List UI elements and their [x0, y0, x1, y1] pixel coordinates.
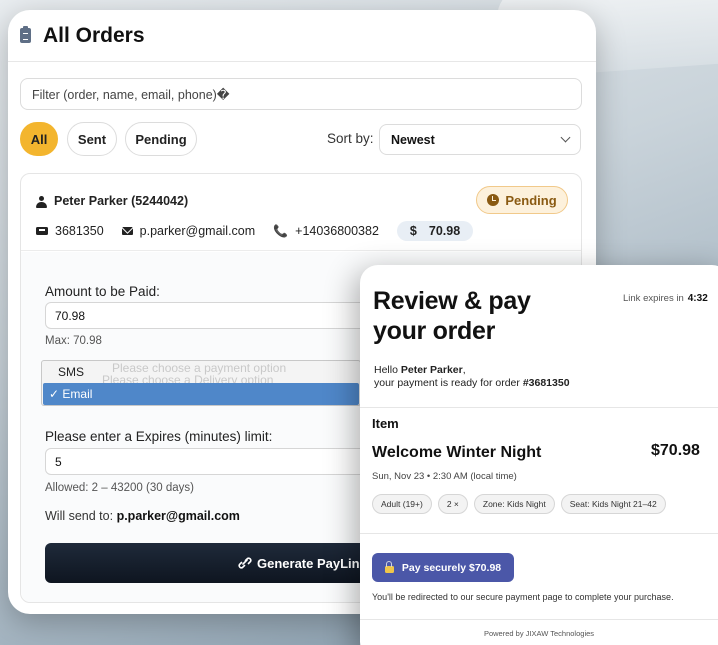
mail-icon	[121, 227, 133, 235]
pay-securely-label: Pay securely $70.98	[401, 561, 502, 574]
currency-symbol: $	[409, 224, 417, 238]
expires-label: Please enter a Expires (minutes) limit:	[45, 429, 273, 444]
allowed-hint: Allowed: 2 – 43200 (30 days)	[45, 482, 194, 494]
clipboard-icon	[20, 26, 31, 43]
ticket-tags: Adult (19+) 2 × Zone: Kids Night Seat: K…	[372, 494, 666, 514]
generate-paylink-label: Generate PayLink	[257, 555, 367, 571]
greeting-hello: Hello	[374, 364, 398, 376]
person-icon	[36, 196, 47, 208]
expires-label: Link expires in	[623, 293, 684, 304]
review-pay-card: Review & pay your order Link expires in 4…	[360, 265, 718, 645]
send-to-text: Will send to: p.parker@gmail.com	[45, 509, 240, 523]
tag-seat: Seat: Kids Night 21–42	[560, 494, 666, 514]
delivery-dropdown[interactable]: Please choose a payment option Please ch…	[41, 360, 361, 406]
filter-input[interactable]: Filter (order, name, email, phone)�	[20, 78, 582, 110]
powered-by: Powered by JIXAW Technologies	[483, 629, 595, 638]
divider	[360, 533, 718, 534]
order-number: 3681350	[55, 224, 104, 238]
send-to-prefix: Will send to:	[45, 509, 114, 523]
event-date: Sun, Nov 23 • 2:30 AM (local time)	[372, 471, 517, 482]
generate-paylink-button[interactable]: Generate PayLink	[45, 543, 375, 583]
pay-securely-button[interactable]: Pay securely $70.98	[372, 553, 514, 582]
item-heading: Item	[372, 416, 399, 431]
status-label: Pending	[505, 192, 557, 208]
amount-badge: $ 70.98	[396, 221, 474, 241]
tag-quantity: 2 ×	[437, 494, 468, 514]
sort-value: Newest	[391, 132, 435, 147]
review-title: Review & pay your order	[373, 287, 531, 345]
status-badge: Pending	[476, 186, 568, 214]
amount-label: Amount to be Paid:	[45, 284, 160, 299]
chip-pending[interactable]: Pending	[125, 122, 197, 156]
expires-countdown: 4:32	[687, 293, 708, 304]
event-name: Welcome Winter Night	[372, 444, 542, 461]
link-icon	[238, 557, 252, 569]
delivery-option-sms[interactable]: SMS	[42, 361, 360, 383]
ticket-icon	[36, 227, 48, 235]
tag-zone: Zone: Kids Night	[473, 494, 555, 514]
clock-icon	[487, 194, 500, 206]
max-hint: Max: 70.98	[45, 335, 102, 347]
send-to-email: p.parker@gmail.com	[116, 509, 240, 523]
link-expiry: Link expires in 4:32	[623, 293, 708, 304]
panel-header: All Orders	[8, 10, 596, 62]
order-email: p.parker@gmail.com	[139, 224, 256, 238]
delivery-option-email[interactable]: ✓ Email	[43, 383, 359, 405]
phone-icon: 📞	[273, 224, 289, 238]
redirect-note: You'll be redirected to our secure payme…	[372, 592, 674, 602]
greeting-name: Peter Parker	[400, 364, 463, 376]
sort-label: Sort by:	[327, 131, 374, 146]
order-summary: Peter Parker (5244042) Pending 3681350 p…	[21, 174, 581, 251]
delivery-option-email-label: Email	[62, 387, 93, 401]
event-price: $70.98	[651, 442, 700, 459]
sort-select[interactable]: Newest	[379, 124, 581, 155]
check-icon: ✓	[49, 387, 60, 401]
chip-sent[interactable]: Sent	[67, 122, 117, 156]
chevron-down-icon	[560, 132, 571, 143]
amount-input[interactable]: 70.98	[45, 302, 375, 329]
lock-icon	[384, 560, 394, 573]
customer-name: Peter Parker (5244042)	[54, 194, 189, 208]
greeting-order-ref: #3681350	[522, 377, 570, 389]
divider	[360, 619, 718, 620]
divider	[360, 407, 718, 408]
order-meta: 3681350 p.parker@gmail.com 📞 +1403680038…	[36, 221, 474, 241]
expires-input[interactable]: 5	[45, 448, 375, 475]
order-phone: +14036800382	[295, 224, 379, 238]
order-amount: 70.98	[428, 224, 461, 238]
greeting-ready: your payment is ready for order	[374, 377, 520, 389]
tag-age: Adult (19+)	[372, 494, 432, 514]
greeting-text: Hello Peter Parker, your payment is read…	[374, 364, 570, 389]
chip-all[interactable]: All	[20, 122, 58, 156]
page-title: All Orders	[43, 23, 145, 47]
